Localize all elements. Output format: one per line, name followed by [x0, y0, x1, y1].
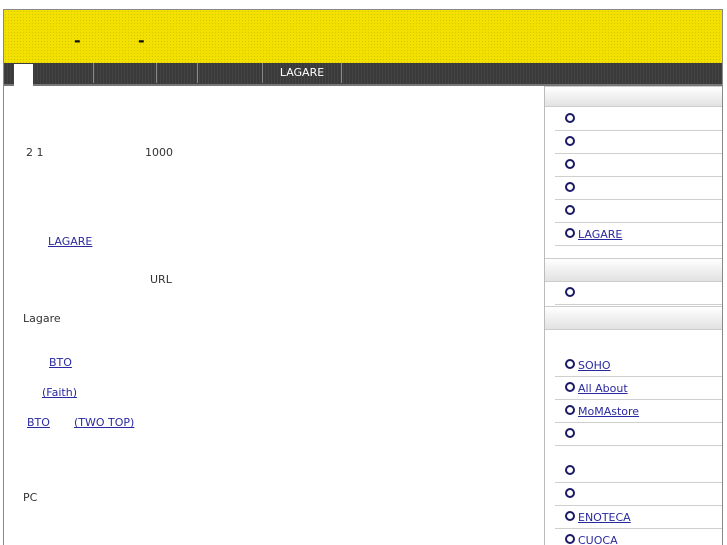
page-frame: - - LAGARE 2 1 1000 LAGARE URL Lagare BT…	[3, 9, 723, 545]
bullet-icon	[565, 113, 575, 123]
link-1[interactable]	[26, 156, 97, 169]
sidebar-header	[545, 306, 722, 330]
bullet-icon	[565, 182, 575, 192]
pc-text: PC	[23, 491, 38, 504]
bullet-icon	[565, 405, 575, 415]
bullet-icon	[565, 382, 575, 392]
bullet-icon	[565, 359, 575, 369]
nav-tab-4[interactable]	[198, 63, 263, 83]
sidebar-item[interactable]	[555, 200, 722, 223]
bullet-icon	[565, 159, 575, 169]
bullet-icon	[565, 511, 575, 521]
link-bto[interactable]: BTO	[27, 356, 72, 369]
bullet-icon	[565, 488, 575, 498]
bullet-icon	[565, 228, 575, 238]
link-2[interactable]	[26, 192, 162, 205]
nav-tab-lagare[interactable]: LAGARE	[263, 63, 342, 83]
sidebar-item[interactable]	[555, 108, 722, 131]
sidebar: LAGARE SOHO All About MoMAstore ENOTECA …	[545, 86, 722, 545]
sidebar-item-enoteca[interactable]: ENOTECA	[555, 506, 722, 529]
nav-tab-3[interactable]	[157, 63, 198, 83]
sidebar-item-allabout[interactable]: All About	[555, 377, 722, 400]
lagare-text: Lagare	[23, 312, 61, 325]
top-nav: LAGARE	[4, 63, 722, 86]
link-3[interactable]	[27, 441, 72, 454]
sidebar-item[interactable]	[555, 483, 722, 506]
sidebar-item[interactable]	[555, 460, 722, 483]
sidebar-header	[545, 86, 722, 107]
bullet-icon	[565, 136, 575, 146]
link-lagare[interactable]: LAGARE	[26, 235, 120, 248]
sidebar-item[interactable]	[555, 282, 722, 305]
banner-mark: -	[74, 31, 81, 50]
link-two-top[interactable]: (TWO TOP)	[74, 416, 134, 429]
sidebar-item-cuoca[interactable]: CUOCA	[555, 529, 722, 545]
sidebar-item[interactable]	[555, 423, 722, 446]
main-content: 2 1 1000 LAGARE URL Lagare BTO (Faith) B…	[4, 86, 545, 545]
bullet-icon	[565, 465, 575, 475]
sidebar-item-soho[interactable]: SOHO	[555, 354, 722, 377]
nav-tab-1[interactable]	[34, 63, 94, 83]
link-4[interactable]	[27, 519, 72, 532]
bullet-icon	[565, 287, 575, 297]
bullet-icon	[565, 205, 575, 215]
link-faith[interactable]: (Faith)	[27, 386, 77, 399]
intro-number: 1000	[145, 146, 173, 159]
sidebar-header	[545, 258, 722, 282]
nav-tab-2[interactable]	[94, 63, 157, 83]
sidebar-item[interactable]	[555, 154, 722, 177]
sidebar-item[interactable]	[555, 131, 722, 154]
site-banner: - -	[4, 10, 722, 63]
nav-home-tab[interactable]	[14, 64, 33, 86]
sidebar-item-momastore[interactable]: MoMAstore	[555, 400, 722, 423]
bullet-icon	[565, 428, 575, 438]
banner-mark: -	[138, 31, 145, 50]
sidebar-item-lagare[interactable]: LAGARE	[555, 223, 722, 246]
url-text: URL	[150, 273, 172, 286]
bullet-icon	[565, 534, 575, 544]
link-bto-2[interactable]: BTO	[27, 416, 71, 429]
sidebar-item[interactable]	[555, 177, 722, 200]
